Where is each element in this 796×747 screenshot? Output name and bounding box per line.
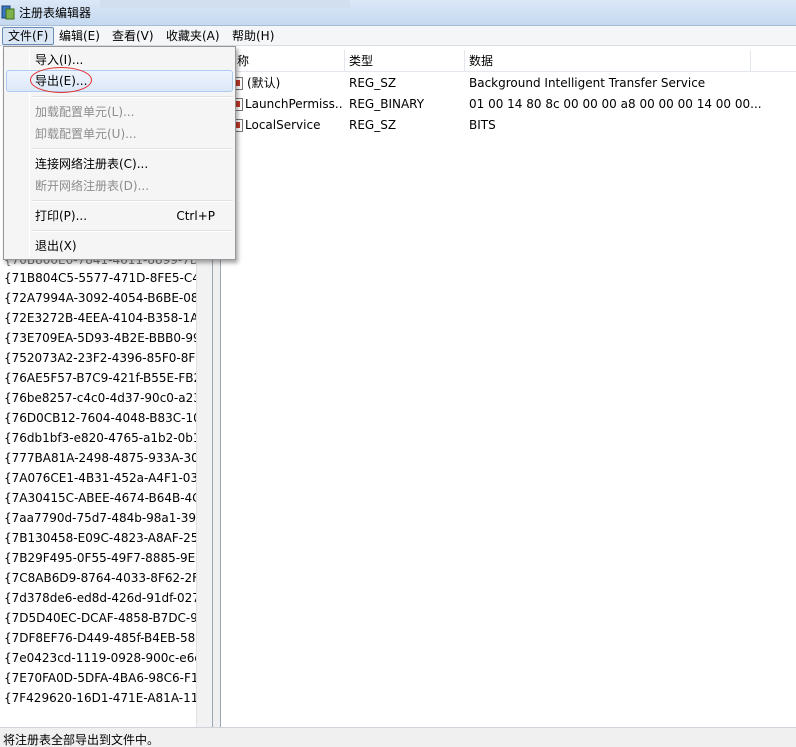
menu-item-unload-hive: 卸载配置单元(U)... xyxy=(6,123,233,145)
status-bar: 将注册表全部导出到文件中。 xyxy=(0,727,796,747)
tree-item[interactable]: {7B130458-E09C-4823-A8AF-2583 xyxy=(4,528,200,548)
tree-item[interactable]: {76D0CB12-7604-4048-B83C-1005 xyxy=(4,408,200,428)
menu-file[interactable]: 文件(F) xyxy=(2,27,55,45)
tree-item[interactable]: {777BA81A-2498-4875-933A-3067 xyxy=(4,448,200,468)
tree-item[interactable]: {7DF8EF76-D449-485f-B4EB-58DC xyxy=(4,628,200,648)
tree-item[interactable]: {76db1bf3-e820-4765-a1b2-0b16 xyxy=(4,428,200,448)
menu-item-label: 退出(X) xyxy=(35,239,77,253)
menu-separator xyxy=(32,230,233,232)
menu-item-label: 断开网络注册表(D)... xyxy=(35,179,150,193)
value-name: LaunchPermiss... xyxy=(245,97,343,111)
menu-item-import[interactable]: 导入(I)... xyxy=(6,49,233,71)
value-type: REG_SZ xyxy=(349,118,397,132)
value-row[interactable]: LaunchPermiss... REG_BINARY 01 00 14 80 … xyxy=(221,94,796,115)
value-data: Background Intelligent Transfer Service xyxy=(469,76,706,90)
value-type: REG_SZ xyxy=(349,76,397,90)
menu-edit[interactable]: 编辑(E) xyxy=(54,27,105,45)
tree-vertical-scrollbar[interactable]: ▼ xyxy=(196,246,212,727)
values-list[interactable]: 名称 类型 数据 (默认) REG_SZ Background Intellig… xyxy=(220,46,796,727)
tree-item[interactable]: {72A7994A-3092-4054-B6BE-08FF xyxy=(4,288,200,308)
regedit-app-icon xyxy=(1,5,15,20)
window-title: 注册表编辑器 xyxy=(19,6,92,20)
tree-item[interactable]: {73E709EA-5D93-4B2E-BBB0-99B xyxy=(4,328,200,348)
title-bar-blur xyxy=(100,0,350,8)
menu-bar: 文件(F) 编辑(E) 查看(V) 收藏夹(A) 帮助(H) xyxy=(0,26,796,46)
menu-item-label: 打印(P)... xyxy=(35,209,88,223)
tree-item[interactable]: {7aa7790d-75d7-484b-98a1-3913 xyxy=(4,508,200,528)
column-header-name[interactable]: 名称 xyxy=(221,50,345,72)
menu-help[interactable]: 帮助(H) xyxy=(227,27,279,45)
column-header-type[interactable]: 类型 xyxy=(345,50,465,72)
tree-item[interactable]: {76be8257-c4c0-4d37-90c0-a2337 xyxy=(4,388,200,408)
menu-item-print[interactable]: 打印(P)... Ctrl+P xyxy=(6,205,233,227)
menu-item-label: 卸载配置单元(U)... xyxy=(35,127,137,141)
highlight-circle xyxy=(30,67,92,93)
list-header: 名称 类型 数据 xyxy=(221,50,796,72)
menu-separator xyxy=(32,200,233,202)
value-data: 01 00 14 80 8c 00 00 00 a8 00 00 00 14 0… xyxy=(469,97,762,111)
menu-separator xyxy=(32,96,233,98)
tree-item[interactable]: {7A30415C-ABEE-4674-B64B-4CA xyxy=(4,488,200,508)
menu-separator xyxy=(32,148,233,150)
tree-item[interactable]: {7F429620-16D1-471E-A81A-1149 xyxy=(4,688,200,708)
menu-item-label: 加载配置单元(L)... xyxy=(35,105,135,119)
tree-item[interactable]: {72E3272B-4EEA-4104-B358-1A28 xyxy=(4,308,200,328)
value-row[interactable]: LocalService REG_SZ BITS xyxy=(221,115,796,136)
value-type: REG_BINARY xyxy=(349,97,425,111)
tree-item[interactable]: {7e0423cd-1119-0928-900c-e6d4 xyxy=(4,648,200,668)
menu-item-label: 连接网络注册表(C)... xyxy=(35,157,149,171)
menu-view[interactable]: 查看(V) xyxy=(107,27,159,45)
tree-item[interactable]: {7C8AB6D9-8764-4033-8F62-2FE8 xyxy=(4,568,200,588)
menu-item-connect-network-registry[interactable]: 连接网络注册表(C)... xyxy=(6,153,233,175)
tree-item[interactable]: {7B29F495-0F55-49F7-8885-9E8A2 xyxy=(4,548,200,568)
menu-item-exit[interactable]: 退出(X) xyxy=(6,235,233,257)
status-text: 将注册表全部导出到文件中。 xyxy=(3,733,160,747)
menu-item-shortcut: Ctrl+P xyxy=(176,209,215,223)
menu-item-disconnect-network-registry: 断开网络注册表(D)... xyxy=(6,175,233,197)
tree-item[interactable]: {7E70FA0D-5DFA-4BA6-98C6-F10E xyxy=(4,668,200,688)
value-data: BITS xyxy=(469,118,496,132)
tree-item[interactable]: {7d378de6-ed8d-426d-91df-0273 xyxy=(4,588,200,608)
tree-item[interactable]: {71B804C5-5577-471D-8FE5-C4A4 xyxy=(4,268,200,288)
value-name: (默认) xyxy=(247,76,281,90)
tree-item[interactable]: {76AE5F57-B7C9-421f-B55E-FB25 xyxy=(4,368,200,388)
menu-favorites[interactable]: 收藏夹(A) xyxy=(161,27,225,45)
value-name: LocalService xyxy=(245,118,321,132)
value-row[interactable]: (默认) REG_SZ Background Intelligent Trans… xyxy=(221,73,796,94)
column-header-data[interactable]: 数据 xyxy=(465,50,751,72)
tree-item[interactable]: {7D5D40EC-DCAF-4858-B7DC-9BA xyxy=(4,608,200,628)
tree-item[interactable]: {752073A2-23F2-4396-85F0-8FDB xyxy=(4,348,200,368)
title-bar: 注册表编辑器 xyxy=(0,0,796,26)
tree-item[interactable]: {7A076CE1-4B31-452a-A4F1-0304 xyxy=(4,468,200,488)
menu-item-load-hive: 加载配置单元(L)... xyxy=(6,101,233,123)
